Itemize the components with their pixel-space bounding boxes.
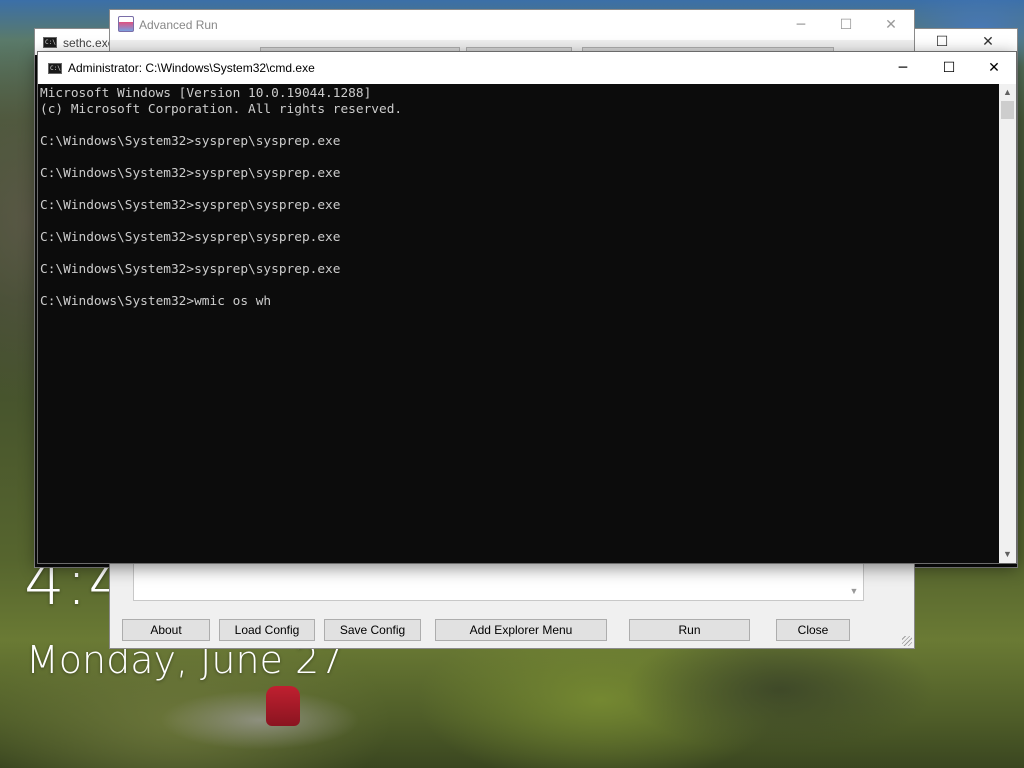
run-button[interactable]: Run	[629, 619, 750, 641]
console-line: C:\Windows\System32>sysprep\sysprep.exe	[40, 230, 341, 245]
load-config-button[interactable]: Load Config	[219, 619, 315, 641]
about-button[interactable]: About	[122, 619, 210, 641]
console-output[interactable]: Microsoft Windows [Version 10.0.19044.12…	[38, 84, 1000, 563]
scroll-down-icon[interactable]: ▼	[847, 584, 861, 598]
console-line: C:\Windows\System32>sysprep\sysprep.exe	[40, 166, 341, 181]
cmd-minimize-button[interactable]: ─	[880, 52, 926, 84]
console-line: C:\Windows\System32>wmic os wh	[40, 294, 272, 309]
advanced-run-titlebar[interactable]: Advanced Run ─ ☐ ✕	[110, 10, 914, 40]
cmd-close-button[interactable]: ✕	[971, 52, 1017, 84]
backpack-image	[266, 686, 300, 726]
advanced-run-close-button[interactable]: ✕	[868, 10, 914, 40]
advanced-run-output-area[interactable]: ▼	[133, 563, 864, 601]
scrollbar-thumb[interactable]	[1001, 101, 1014, 119]
advanced-run-minimize-button[interactable]: ─	[778, 10, 824, 40]
cmd-titlebar[interactable]: C:\ Administrator: C:\Windows\System32\c…	[38, 52, 1016, 84]
scroll-down-icon[interactable]: ▼	[999, 546, 1016, 563]
advanced-run-title: Advanced Run	[139, 18, 218, 32]
advanced-run-icon	[118, 16, 134, 32]
console-line: C:\Windows\System32>sysprep\sysprep.exe	[40, 262, 341, 277]
resize-grip-icon[interactable]	[902, 636, 912, 646]
save-config-button[interactable]: Save Config	[324, 619, 421, 641]
console-line: Microsoft Windows [Version 10.0.19044.12…	[40, 86, 372, 101]
cmd-icon: C:\	[43, 37, 57, 48]
console-line: C:\Windows\System32>sysprep\sysprep.exe	[40, 134, 341, 149]
cmd-window[interactable]: C:\ Administrator: C:\Windows\System32\c…	[37, 51, 1017, 564]
advanced-run-maximize-button[interactable]: ☐	[823, 10, 869, 40]
sethc-title: sethc.exe	[63, 36, 115, 50]
scroll-up-icon[interactable]: ▲	[999, 84, 1016, 101]
add-explorer-menu-button[interactable]: Add Explorer Menu	[435, 619, 607, 641]
vertical-scrollbar[interactable]: ▲ ▼	[999, 84, 1016, 563]
console-line: (c) Microsoft Corporation. All rights re…	[40, 102, 403, 117]
cmd-icon: C:\	[48, 63, 62, 74]
close-button[interactable]: Close	[776, 619, 850, 641]
console-line: C:\Windows\System32>sysprep\sysprep.exe	[40, 198, 341, 213]
cmd-title: Administrator: C:\Windows\System32\cmd.e…	[68, 61, 315, 75]
cmd-maximize-button[interactable]: ☐	[926, 52, 972, 84]
desktop-rocks	[160, 690, 360, 750]
